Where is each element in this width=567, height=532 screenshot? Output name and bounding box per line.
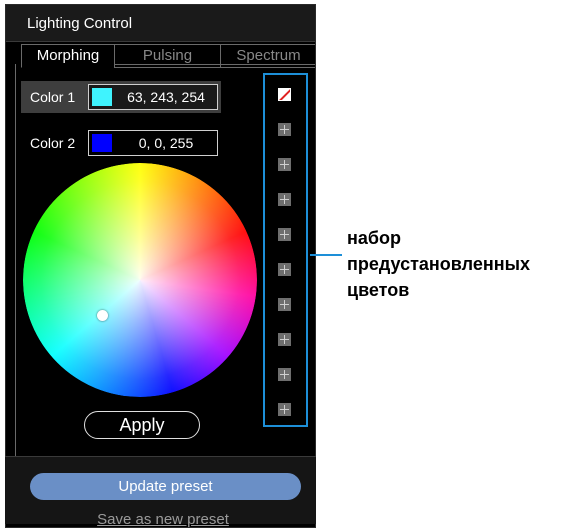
- preset-add-7-plus-icon[interactable]: [278, 333, 291, 346]
- save-as-new-preset-link[interactable]: Save as new preset: [0, 511, 326, 528]
- update-preset-button[interactable]: Update preset: [30, 473, 301, 500]
- apply-button[interactable]: Apply: [84, 411, 200, 439]
- color1-row[interactable]: Color 1 63, 243, 254: [21, 81, 221, 113]
- color-wheel[interactable]: [23, 163, 257, 397]
- callout-line-2: предустановленных: [347, 254, 530, 274]
- callout-line: [310, 254, 342, 256]
- preset-add-2-plus-icon[interactable]: [278, 158, 291, 171]
- preset-no-color-icon[interactable]: [278, 88, 291, 101]
- color1-value-box[interactable]: 63, 243, 254: [88, 84, 218, 110]
- color-wheel-saturation: [23, 163, 257, 397]
- preset-add-3-plus-icon[interactable]: [278, 193, 291, 206]
- color2-value: 0, 0, 255: [138, 135, 194, 151]
- color1-swatch[interactable]: [92, 88, 112, 106]
- color2-row[interactable]: Color 2 0, 0, 255: [21, 127, 221, 159]
- color1-label: Color 1: [30, 89, 76, 105]
- color1-value: 63, 243, 254: [127, 89, 205, 105]
- screenshot-root: Lighting Control Morphing Pulsing Spectr…: [0, 0, 567, 532]
- title-bar: Lighting Control: [6, 5, 315, 42]
- preset-add-8-plus-icon[interactable]: [278, 368, 291, 381]
- color2-label: Color 2: [30, 135, 76, 151]
- color2-swatch[interactable]: [92, 134, 112, 152]
- color2-value-box[interactable]: 0, 0, 255: [88, 130, 218, 156]
- preset-add-4-plus-icon[interactable]: [278, 228, 291, 241]
- color-picker-handle[interactable]: [97, 310, 108, 321]
- preset-add-5-plus-icon[interactable]: [278, 263, 291, 276]
- preset-add-6-plus-icon[interactable]: [278, 298, 291, 311]
- callout-line-3: цветов: [347, 280, 410, 300]
- callout-label: набор предустановленных цветов: [347, 225, 562, 303]
- preset-add-9-plus-icon[interactable]: [278, 403, 291, 416]
- callout-line-1: набор: [347, 228, 401, 248]
- window-title: Lighting Control: [27, 15, 133, 32]
- preset-add-1-plus-icon[interactable]: [278, 123, 291, 136]
